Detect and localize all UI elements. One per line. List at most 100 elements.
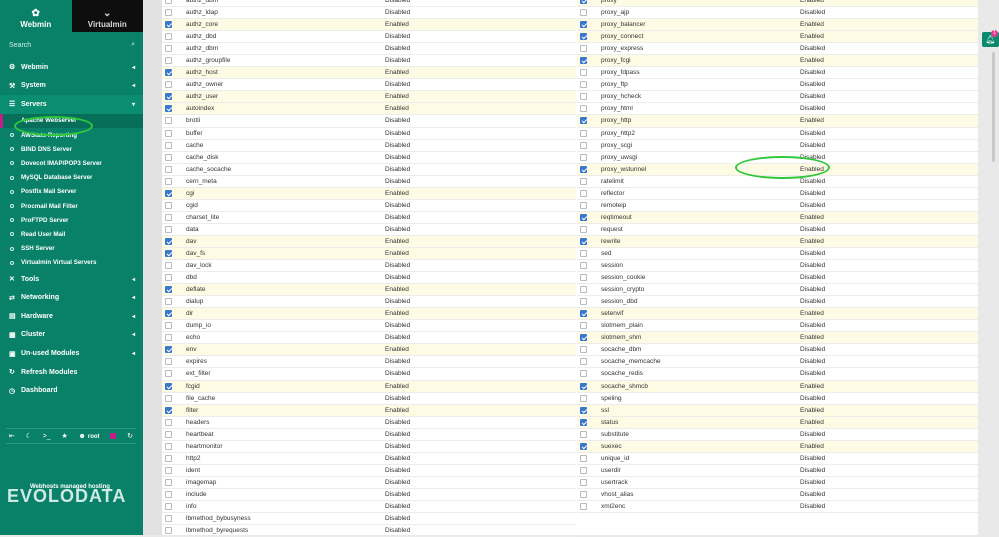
module-checkbox[interactable] [165, 93, 172, 101]
module-checkbox[interactable] [165, 502, 172, 510]
module-checkbox[interactable] [165, 153, 172, 161]
module-checkbox[interactable] [165, 370, 172, 378]
module-checkbox[interactable] [580, 382, 587, 390]
module-checkbox[interactable] [165, 286, 172, 294]
module-checkbox[interactable] [580, 286, 587, 294]
module-checkbox[interactable] [165, 394, 172, 402]
search-input[interactable]: Search ⌕ [0, 32, 143, 58]
module-checkbox[interactable] [580, 21, 587, 29]
module-checkbox[interactable] [165, 189, 172, 197]
module-checkbox[interactable] [580, 237, 587, 245]
module-checkbox[interactable] [580, 394, 587, 402]
module-checkbox[interactable] [165, 346, 172, 354]
servers-item[interactable]: BIND DNS Server [0, 142, 143, 156]
module-checkbox[interactable] [580, 153, 587, 161]
menu-system[interactable]: ⚒ System ◂ [0, 77, 143, 96]
module-checkbox[interactable] [580, 274, 587, 282]
servers-item[interactable]: Procmail Mail Filter [0, 199, 143, 213]
module-checkbox[interactable] [580, 201, 587, 209]
menu-dashboard[interactable]: ◷ Dashboard [0, 381, 143, 400]
module-checkbox[interactable] [580, 310, 587, 318]
module-checkbox[interactable] [580, 250, 587, 257]
module-checkbox[interactable] [165, 141, 172, 149]
menu-refresh-modules[interactable]: ↻ Refresh Modules [0, 363, 143, 382]
module-checkbox[interactable] [165, 45, 172, 53]
module-checkbox[interactable] [165, 129, 172, 137]
module-checkbox[interactable] [580, 442, 587, 450]
module-checkbox[interactable] [580, 81, 587, 89]
servers-item[interactable]: Virtualmin Virtual Servers [0, 256, 143, 270]
module-checkbox[interactable] [165, 466, 172, 474]
module-checkbox[interactable] [165, 250, 172, 257]
module-checkbox[interactable] [580, 213, 587, 221]
menu-servers[interactable]: ☰ Servers ▾ [0, 95, 143, 114]
module-checkbox[interactable] [580, 466, 587, 474]
module-checkbox[interactable] [165, 262, 172, 270]
module-checkbox[interactable] [165, 406, 172, 414]
module-checkbox[interactable] [165, 454, 172, 462]
module-checkbox[interactable] [580, 57, 587, 65]
tab-virtualmin[interactable]: ⌄ Virtualmin [71, 0, 143, 32]
menu-cluster[interactable]: ▦ Cluster ◂ [0, 326, 143, 345]
star-icon[interactable]: ★ [61, 432, 67, 440]
module-checkbox[interactable] [165, 117, 172, 125]
module-checkbox[interactable] [580, 117, 587, 125]
module-checkbox[interactable] [165, 322, 172, 330]
module-checkbox[interactable] [580, 0, 587, 5]
module-checkbox[interactable] [580, 490, 587, 498]
module-checkbox[interactable] [165, 69, 172, 77]
module-checkbox[interactable] [580, 430, 587, 438]
servers-item[interactable]: SSH Server [0, 241, 143, 255]
color-square-icon[interactable] [110, 433, 117, 439]
search-icon[interactable]: ⌕ [131, 41, 135, 49]
module-checkbox[interactable] [165, 515, 172, 523]
scrollbar[interactable] [978, 0, 999, 535]
module-checkbox[interactable] [580, 105, 587, 113]
module-checkbox[interactable] [580, 358, 587, 366]
module-checkbox[interactable] [580, 165, 587, 173]
module-checkbox[interactable] [580, 9, 587, 17]
module-checkbox[interactable] [580, 189, 587, 197]
module-checkbox[interactable] [165, 33, 172, 41]
module-checkbox[interactable] [165, 201, 172, 209]
menu-webmin[interactable]: ⚙ Webmin ◂ [0, 58, 143, 77]
module-checkbox[interactable] [580, 298, 587, 306]
module-checkbox[interactable] [165, 237, 172, 245]
module-checkbox[interactable] [580, 478, 587, 486]
module-checkbox[interactable] [165, 310, 172, 318]
module-checkbox[interactable] [165, 81, 172, 89]
module-checkbox[interactable] [580, 141, 587, 149]
module-checkbox[interactable] [165, 213, 172, 221]
module-checkbox[interactable] [165, 430, 172, 438]
module-checkbox[interactable] [165, 382, 172, 390]
reload-icon[interactable]: ↻ [127, 432, 133, 440]
scrollbar-thumb[interactable] [992, 52, 995, 162]
night-mode-icon[interactable]: ☾ [26, 432, 32, 440]
module-checkbox[interactable] [580, 45, 587, 53]
servers-item[interactable]: Read User Mail [0, 227, 143, 241]
terminal-icon[interactable]: >_ [43, 433, 51, 440]
module-checkbox[interactable] [580, 225, 587, 233]
collapse-icon[interactable]: ⇤ [9, 432, 15, 440]
module-checkbox[interactable] [165, 358, 172, 366]
module-checkbox[interactable] [580, 69, 587, 77]
module-checkbox[interactable] [165, 418, 172, 426]
user-button[interactable]: ☻ root [79, 433, 100, 440]
module-checkbox[interactable] [165, 21, 172, 29]
module-checkbox[interactable] [580, 93, 587, 101]
module-checkbox[interactable] [580, 334, 587, 342]
module-checkbox[interactable] [580, 418, 587, 426]
module-checkbox[interactable] [580, 406, 587, 414]
menu-un-used-modules[interactable]: ▣ Un-used Modules ◂ [0, 344, 143, 363]
module-checkbox[interactable] [165, 334, 172, 342]
module-checkbox[interactable] [580, 322, 587, 330]
servers-item[interactable]: MySQL Database Server [0, 171, 143, 185]
module-checkbox[interactable] [165, 9, 172, 17]
module-checkbox[interactable] [165, 225, 172, 233]
module-checkbox[interactable] [580, 262, 587, 270]
module-checkbox[interactable] [165, 527, 172, 535]
servers-item[interactable]: Postfix Mail Server [0, 185, 143, 199]
module-checkbox[interactable] [165, 165, 172, 173]
servers-item[interactable]: Dovecot IMAP/POP3 Server [0, 156, 143, 170]
module-checkbox[interactable] [580, 454, 587, 462]
